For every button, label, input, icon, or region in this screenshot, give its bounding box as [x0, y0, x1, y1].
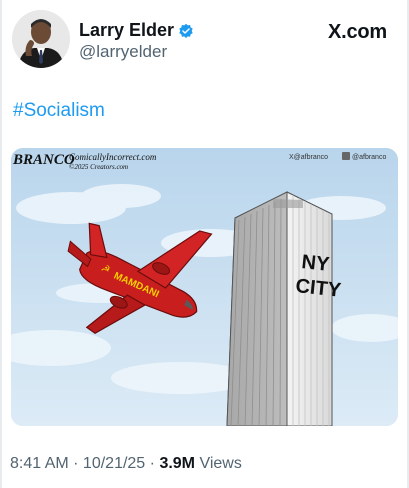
author-avatar[interactable]: [12, 10, 70, 68]
post-header: Larry Elder @larryelder X.com: [10, 8, 399, 72]
tumblr-icon: [342, 152, 350, 160]
views-count: 3.9M: [159, 455, 196, 472]
cartoon-brand: BRANCO: [12, 152, 75, 168]
tower-text-ny: NY: [300, 251, 331, 276]
author-name-row: Larry Elder: [79, 20, 194, 41]
cartoon-social-t: @afbranco: [352, 154, 386, 161]
cartoon-copyright: ©2025 Creators.com: [69, 163, 128, 171]
x-site-label: X.com: [327, 21, 387, 43]
post-hashtag-link[interactable]: #Socialism: [13, 100, 105, 122]
frame-left-edge: [0, 0, 2, 488]
author-display-name[interactable]: Larry Elder: [79, 20, 174, 41]
cartoon-illustration: NY CITY ☭ MAMDANI BRANCO ComicallyIncorr…: [11, 148, 398, 426]
cartoon-site: ComicallyIncorrect.com: [69, 152, 157, 162]
cartoon-social-x: X@afbranco: [289, 154, 328, 161]
post-meta: 8:41 AM · 10/21/25 · 3.9M Views: [10, 455, 242, 473]
verified-badge-icon: [179, 23, 193, 38]
views-label: Views: [199, 455, 242, 472]
tower-building: [226, 191, 333, 426]
post-timestamp[interactable]: 8:41 AM · 10/21/25 ·: [10, 455, 155, 472]
avatar-photo-icon: [12, 10, 70, 68]
post-cartoon-image[interactable]: NY CITY ☭ MAMDANI BRANCO ComicallyIncorr…: [11, 148, 398, 426]
author-handle[interactable]: @larryelder: [79, 42, 167, 62]
